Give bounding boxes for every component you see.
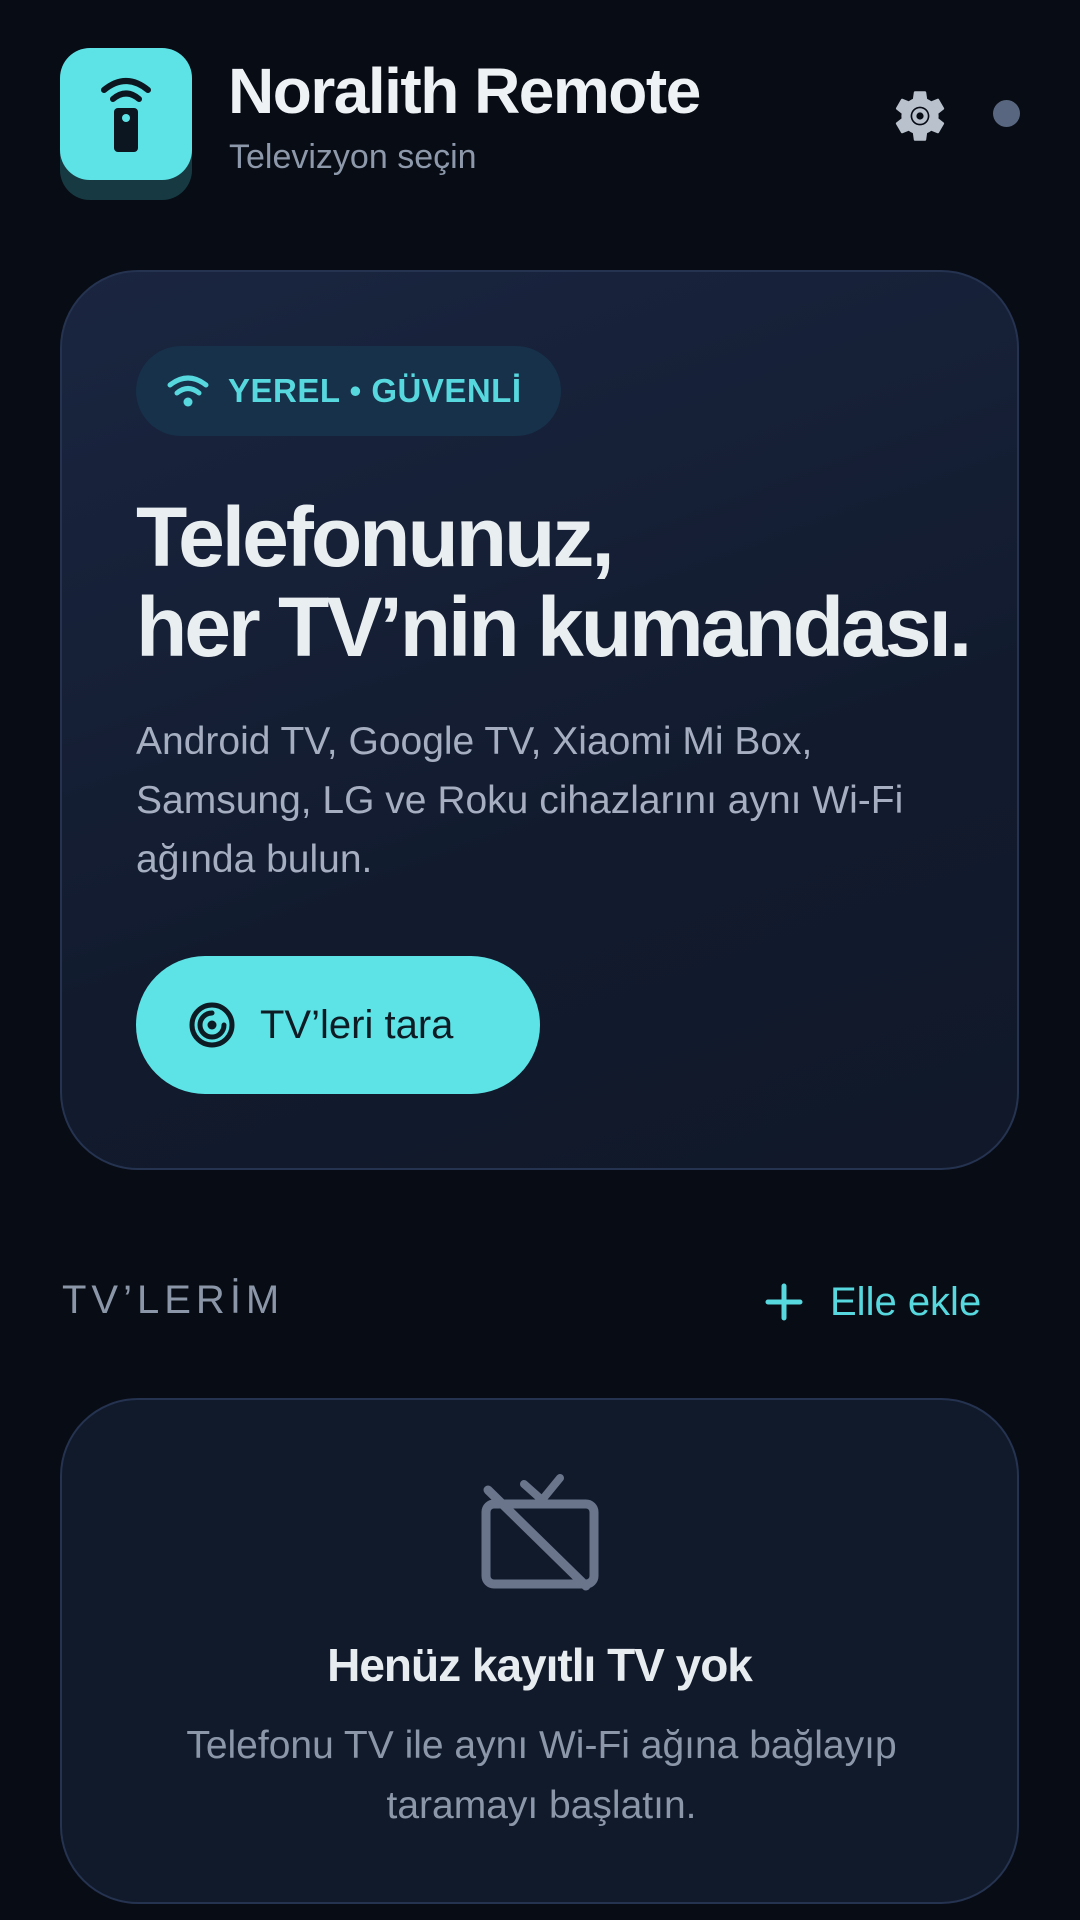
tv-off-icon — [481, 1474, 599, 1591]
hero-headline: Telefonunuz, her TV’nin kumandası. — [136, 490, 972, 674]
remote-icon — [60, 48, 192, 180]
scan-tvs-button[interactable]: TV’leri tara — [136, 956, 540, 1094]
connection-status-dot — [993, 100, 1020, 127]
hero-card: YEREL • GÜVENLİ Telefonunuz, her TV’nin … — [60, 270, 1019, 1170]
local-secure-badge: YEREL • GÜVENLİ — [136, 346, 561, 436]
hero-description: Android TV, Google TV, Xiaomi Mi Box, Sa… — [136, 720, 904, 881]
app-logo — [60, 48, 192, 200]
scan-button-label: TV’leri tara — [260, 1002, 454, 1047]
empty-state-text: Telefonu TV ile aynı Wi-Fi ağına bağlayı… — [186, 1724, 897, 1827]
app-subtitle: Televizyon seçin — [229, 138, 477, 176]
home-screen: Noralith Remote Televizyon seçin YEREL •… — [0, 0, 1080, 1920]
wifi-icon — [167, 375, 209, 407]
app-title: Noralith Remote — [228, 55, 701, 127]
my-tvs-section-title: TV’LERİM — [62, 1278, 285, 1322]
radar-icon — [189, 1002, 235, 1048]
empty-tv-list-card: Henüz kayıtlı TV yok Telefonu TV ile ayn… — [60, 1398, 1019, 1904]
add-manually-label: Elle ekle — [830, 1279, 982, 1324]
hero-headline-line-1: Telefonunuz, — [136, 490, 615, 584]
add-manually-button[interactable]: Elle ekle — [764, 1272, 981, 1332]
settings-button[interactable] — [884, 80, 956, 152]
gear-icon — [895, 91, 945, 141]
empty-state-title: Henüz kayıtlı TV yok — [327, 1639, 753, 1691]
hero-headline-line-2: her TV’nin kumandası. — [136, 580, 972, 674]
plus-icon — [765, 1283, 803, 1321]
badge-label: YEREL • GÜVENLİ — [228, 372, 522, 409]
